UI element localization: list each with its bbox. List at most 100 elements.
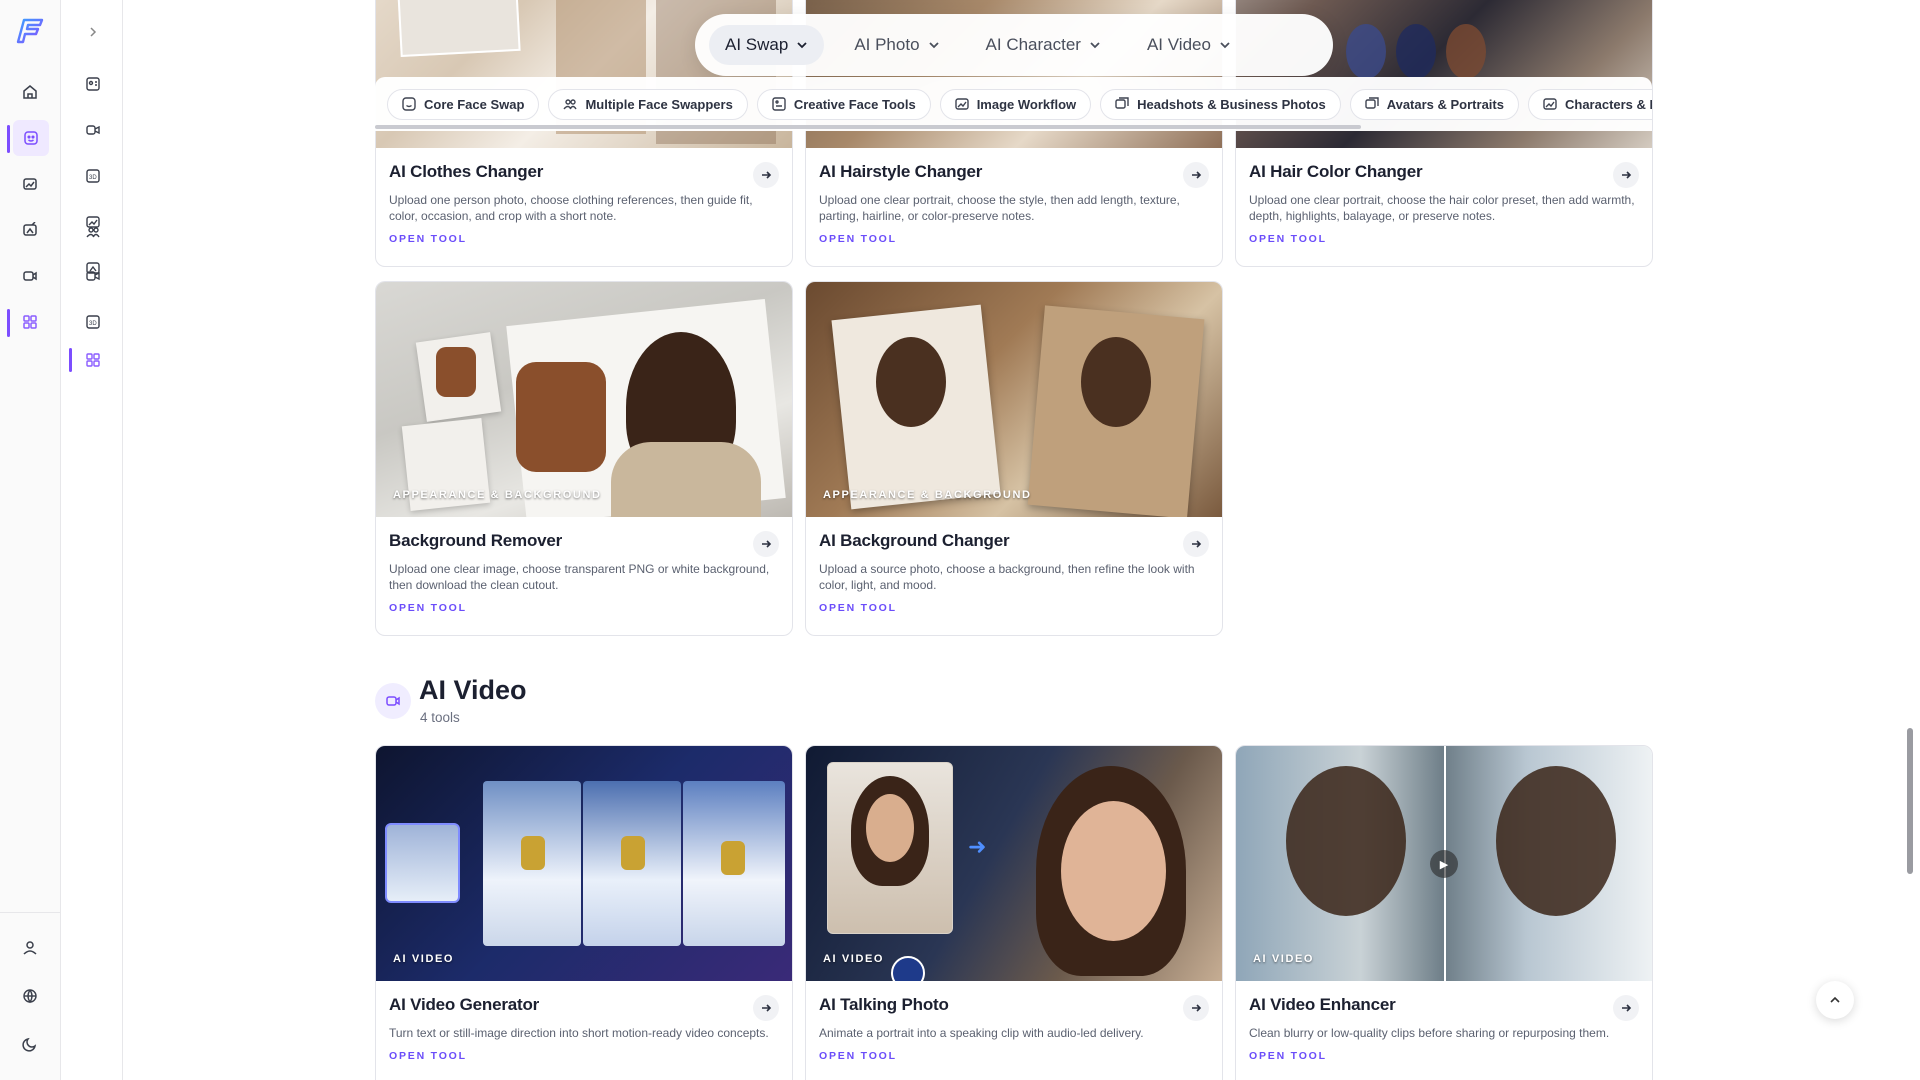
open-tool-link[interactable]: OPEN TOOL bbox=[819, 233, 1209, 245]
chevron-down-icon bbox=[928, 42, 939, 49]
open-tool-link[interactable]: OPEN TOOL bbox=[819, 602, 1209, 614]
card-thumbnail bbox=[806, 282, 1222, 517]
photo-edit-icon[interactable] bbox=[17, 171, 43, 197]
arrow-right-icon[interactable] bbox=[753, 995, 779, 1021]
chip-multiple-face-swappers[interactable]: Multiple Face Swappers bbox=[548, 88, 748, 120]
arrow-right-icon[interactable] bbox=[1183, 531, 1209, 557]
active-indicator bbox=[7, 309, 10, 337]
card-description: Upload one clear portrait, choose the st… bbox=[819, 193, 1180, 223]
nav-ai-video[interactable]: AI Video bbox=[1131, 25, 1247, 65]
face-id-icon[interactable] bbox=[83, 74, 103, 94]
chip-label: Multiple Face Swappers bbox=[585, 96, 733, 112]
open-tool-link[interactable]: OPEN TOOL bbox=[389, 1050, 779, 1062]
nav-label: AI Video bbox=[1146, 35, 1211, 54]
tool-card[interactable]: APPEARANCE & BACKGROUND Background Remov… bbox=[375, 281, 793, 636]
card-thumbnail: ➜ bbox=[806, 746, 1222, 981]
chip-label: Creative Face Tools bbox=[793, 96, 916, 112]
arrow-right-icon[interactable] bbox=[1613, 995, 1639, 1021]
chip-creative-face-tools[interactable]: Creative Face Tools bbox=[756, 88, 931, 120]
category-nav: AI Swap AI Photo AI Character AI Video bbox=[695, 14, 1333, 76]
chip-characters-personas[interactable]: Characters & Persor bbox=[1527, 88, 1652, 120]
app-logo[interactable] bbox=[12, 16, 46, 46]
tool-card[interactable]: ▶ AI VIDEO AI Video Enhancer Clean blurr… bbox=[1235, 745, 1653, 1080]
card-title: AI Hairstyle Changer bbox=[819, 162, 983, 181]
primary-sidebar bbox=[0, 0, 61, 1080]
chevron-down-icon bbox=[1220, 42, 1230, 49]
nav-ai-swap[interactable]: AI Swap bbox=[709, 25, 825, 65]
nav-ai-photo[interactable]: AI Photo bbox=[838, 25, 955, 65]
arrow-right-icon[interactable] bbox=[1183, 995, 1209, 1021]
face-frame-icon bbox=[402, 97, 416, 111]
active-indicator bbox=[7, 125, 10, 153]
arrow-right-icon[interactable] bbox=[1613, 162, 1639, 188]
images-icon bbox=[1115, 97, 1129, 109]
chevron-right-icon[interactable] bbox=[83, 22, 103, 42]
card-description: Upload one person photo, choose clothing… bbox=[389, 193, 753, 223]
card-title: Background Remover bbox=[389, 531, 563, 550]
arrow-right-icon[interactable] bbox=[1183, 162, 1209, 188]
section-count: 4 tools bbox=[420, 710, 460, 725]
grid-icon[interactable] bbox=[83, 350, 103, 370]
card-description: Upload one clear image, choose transpare… bbox=[389, 562, 770, 592]
chip-image-workflow[interactable]: Image Workflow bbox=[939, 88, 1092, 120]
chevron-down-icon bbox=[1090, 42, 1100, 49]
card-thumbnail bbox=[376, 282, 792, 517]
nav-label: AI Photo bbox=[854, 35, 920, 54]
users-icon bbox=[563, 99, 578, 110]
video-camera-icon[interactable] bbox=[83, 266, 103, 286]
back-to-top-button[interactable] bbox=[1816, 981, 1854, 1019]
chevron-down-icon bbox=[797, 42, 807, 49]
tool-card[interactable]: AI VIDEO AI Video Generator Turn text or… bbox=[375, 745, 793, 1080]
video-icon[interactable] bbox=[17, 263, 43, 289]
card-thumbnail bbox=[376, 746, 792, 981]
svg-text:3D: 3D bbox=[89, 175, 97, 181]
open-tool-link[interactable]: OPEN TOOL bbox=[1249, 1050, 1639, 1062]
chip-avatars-portraits[interactable]: Avatars & Portraits bbox=[1349, 88, 1519, 120]
chip-label: Characters & Persor bbox=[1564, 96, 1652, 112]
open-tool-link[interactable]: OPEN TOOL bbox=[389, 602, 779, 614]
svg-text:3D: 3D bbox=[89, 321, 97, 327]
user-icon[interactable] bbox=[17, 935, 43, 961]
video-camera-icon[interactable] bbox=[83, 120, 103, 140]
chip-headshots-business-photos[interactable]: Headshots & Business Photos bbox=[1100, 88, 1341, 120]
grid-icon[interactable] bbox=[17, 309, 43, 335]
card-thumbnail: ▶ bbox=[1236, 746, 1652, 981]
card-description: Upload a source photo, choose a backgrou… bbox=[819, 562, 1195, 592]
users-icon[interactable] bbox=[83, 222, 103, 242]
main-content: AI Clothes Changer Upload one person pho… bbox=[123, 0, 1903, 1080]
tool-card[interactable]: APPEARANCE & BACKGROUND AI Background Ch… bbox=[805, 281, 1223, 636]
3d-icon[interactable]: 3D bbox=[83, 166, 103, 186]
chevron-up-icon bbox=[1830, 996, 1840, 1003]
card-title: AI Hair Color Changer bbox=[1249, 162, 1423, 181]
card-title: AI Background Changer bbox=[819, 531, 1010, 550]
arrow-right-icon[interactable] bbox=[753, 531, 779, 557]
video-section-icon bbox=[375, 683, 411, 719]
face-swap-icon[interactable] bbox=[13, 120, 49, 156]
chip-label: Headshots & Business Photos bbox=[1137, 96, 1326, 112]
card-description: Upload one clear portrait, choose the ha… bbox=[1249, 193, 1635, 223]
card-description: Animate a portrait into a speaking clip … bbox=[819, 1026, 1144, 1040]
moon-icon[interactable] bbox=[17, 1031, 43, 1057]
nav-ai-character[interactable]: AI Character bbox=[970, 25, 1117, 65]
card-title: AI Video Enhancer bbox=[1249, 995, 1396, 1014]
chips-scrollbar[interactable] bbox=[375, 125, 1361, 129]
open-tool-link[interactable]: OPEN TOOL bbox=[1249, 233, 1639, 245]
tool-card[interactable]: ➜ AI VIDEO AI Talking Photo Animate a po… bbox=[805, 745, 1223, 1080]
page-scrollbar[interactable] bbox=[1907, 728, 1913, 874]
arrow-right-icon[interactable] bbox=[753, 162, 779, 188]
chip-core-face-swap[interactable]: Core Face Swap bbox=[387, 88, 540, 120]
active-indicator bbox=[69, 348, 72, 372]
open-tool-link[interactable]: OPEN TOOL bbox=[389, 233, 779, 245]
chip-label: Core Face Swap bbox=[424, 96, 525, 112]
chip-label: Image Workflow bbox=[976, 96, 1077, 112]
palette-icon bbox=[772, 97, 786, 111]
image-edit-icon[interactable] bbox=[17, 217, 43, 243]
globe-icon[interactable] bbox=[17, 983, 43, 1009]
open-tool-link[interactable]: OPEN TOOL bbox=[819, 1050, 1209, 1062]
image-edit-icon bbox=[1543, 98, 1557, 110]
divider bbox=[0, 912, 61, 913]
home-icon[interactable] bbox=[17, 79, 43, 105]
card-description: Turn text or still-image direction into … bbox=[389, 1026, 769, 1040]
3d-icon[interactable]: 3D bbox=[83, 312, 103, 332]
card-title: AI Video Generator bbox=[389, 995, 540, 1014]
